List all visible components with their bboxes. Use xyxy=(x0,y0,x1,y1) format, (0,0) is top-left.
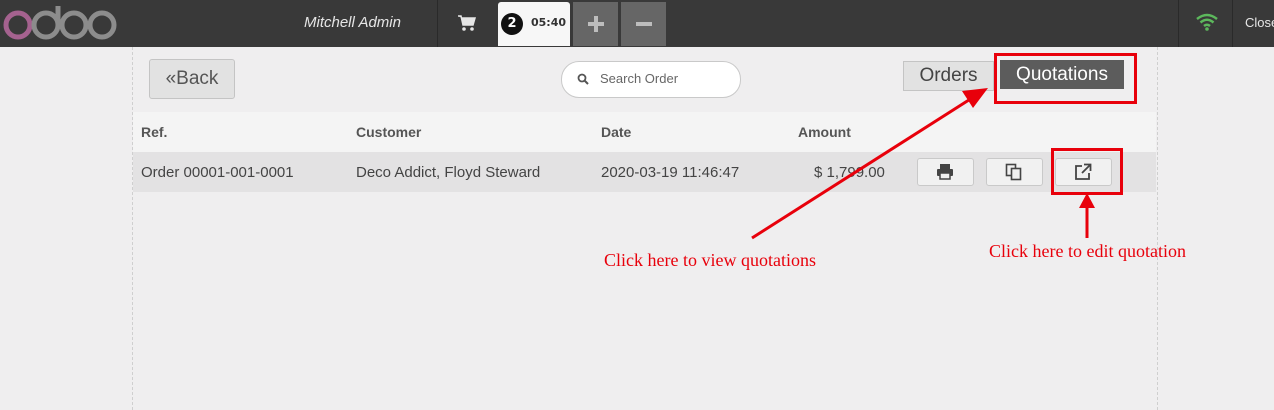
arrow-head xyxy=(1079,193,1095,208)
edit-quotation-annotation: Click here to edit quotation xyxy=(989,241,1186,261)
annotation-arrows xyxy=(751,88,1095,240)
view-quotations-annotation: Click here to view quotations xyxy=(604,250,816,270)
arrow-to-quotations xyxy=(751,96,973,240)
arrow-head xyxy=(962,88,988,108)
